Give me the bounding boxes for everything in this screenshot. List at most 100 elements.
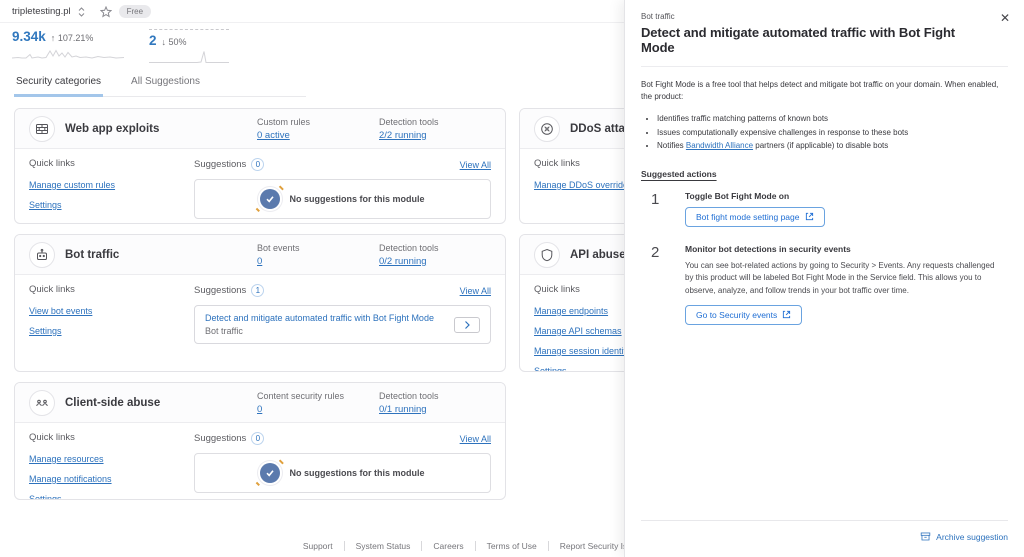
suggestion-item-bot-fight-mode[interactable]: Detect and mitigate automated traffic wi… — [194, 305, 491, 344]
quick-links-heading: Quick links — [29, 158, 75, 169]
detection-tools-link[interactable]: 2/2 running — [379, 130, 491, 141]
view-all-link[interactable]: View All — [460, 160, 491, 170]
metric-delta: ↓ 50% — [161, 37, 187, 47]
content-security-rules-link[interactable]: 0 — [257, 404, 379, 415]
card-header: Bot traffic Bot events 0 Detection tools… — [15, 235, 505, 275]
step-number: 1 — [651, 190, 660, 208]
stat-label: Detection tools — [379, 242, 439, 253]
custom-rules-link[interactable]: 0 active — [257, 130, 379, 141]
card-bot-traffic: Bot traffic Bot events 0 Detection tools… — [14, 234, 506, 372]
stat-label: Detection tools — [379, 116, 439, 127]
metric-total-requests: 9.34k ↑ 107.21% — [12, 29, 149, 64]
panel-category: Bot traffic — [641, 12, 675, 21]
sparkline-chart — [149, 51, 229, 63]
empty-suggestions-text: No suggestions for this module — [289, 194, 425, 204]
card-header: Web app exploits Custom rules 0 active D… — [15, 109, 505, 149]
stat-label: Detection tools — [379, 390, 439, 401]
archive-icon — [920, 532, 931, 541]
check-circle-icon — [260, 463, 281, 483]
open-suggestion-button[interactable] — [454, 316, 480, 333]
firewall-icon — [29, 115, 55, 142]
view-all-link[interactable]: View All — [460, 286, 491, 296]
suggestions-count-badge: 0 — [251, 158, 265, 171]
security-dashboard: tripletesting.pl Free 9.34k ↑ 107.21% 2 … — [0, 0, 1024, 557]
manage-custom-rules-link[interactable]: Manage custom rules — [29, 180, 194, 190]
external-link-icon — [805, 213, 813, 221]
detection-tools-link[interactable]: 0/2 running — [379, 256, 491, 267]
suggestions-heading: Suggestions — [194, 285, 247, 296]
action-step-1: 1 Toggle Bot Fight Mode on Bot fight mod… — [641, 191, 1008, 227]
footer-link-system-status[interactable]: System Status — [343, 541, 422, 551]
manage-resources-link[interactable]: Manage resources — [29, 454, 194, 464]
action-description: You can see bot-related actions by going… — [685, 260, 995, 295]
manage-notifications-link[interactable]: Manage notifications — [29, 474, 194, 484]
chevron-updown-icon[interactable] — [78, 6, 85, 17]
card-web-app-exploits: Web app exploits Custom rules 0 active D… — [14, 108, 506, 224]
settings-link[interactable]: Settings — [29, 494, 194, 499]
settings-link[interactable]: Settings — [29, 200, 194, 210]
divider — [641, 66, 1008, 67]
sparkline-chart — [12, 49, 124, 59]
suggestions-count-badge: 1 — [251, 284, 265, 297]
feature-list: Identifies traffic matching patterns of … — [657, 112, 1008, 153]
tab-all-suggestions[interactable]: All Suggestions — [129, 76, 202, 97]
suggestions-heading: Suggestions — [194, 159, 247, 170]
panel-title: Detect and mitigate automated traffic wi… — [641, 25, 956, 55]
zone-domain-selector[interactable]: tripletesting.pl — [12, 6, 71, 17]
chevron-right-icon — [465, 320, 470, 329]
panel-footer: Archive suggestion — [641, 520, 1008, 547]
footer-link-support[interactable]: Support — [292, 541, 344, 551]
view-all-link[interactable]: View All — [460, 434, 491, 444]
action-step-2: 2 Monitor bot detections in security eve… — [641, 244, 1008, 325]
archive-suggestion-link[interactable]: Archive suggestion — [920, 531, 1008, 542]
feature-item: Identifies traffic matching patterns of … — [657, 112, 1008, 126]
card-title: Web app exploits — [65, 122, 160, 135]
quick-links-heading: Quick links — [29, 284, 75, 295]
panel-intro: Bot Fight Mode is a free tool that helps… — [641, 80, 999, 101]
go-to-security-events-button[interactable]: Go to Security events — [685, 304, 803, 325]
feature-item: Notifies Bandwidth Alliance partners (if… — [657, 139, 1008, 153]
bandwidth-alliance-link[interactable]: Bandwidth Alliance — [686, 141, 753, 150]
close-icon[interactable]: ✕ — [1000, 12, 1010, 24]
plan-badge: Free — [118, 5, 152, 18]
card-header: Client-side abuse Content security rules… — [15, 383, 505, 423]
view-bot-events-link[interactable]: View bot events — [29, 306, 194, 316]
suggestions-heading: Suggestions — [194, 433, 247, 444]
suggestion-category: Bot traffic — [205, 326, 243, 336]
action-heading: Monitor bot detections in security event… — [685, 243, 851, 254]
metric-value: 2 — [149, 33, 157, 48]
suggestion-detail-panel: ✕ Bot traffic Detect and mitigate automa… — [624, 0, 1024, 557]
ddos-icon — [534, 115, 560, 142]
tab-bar: Security categories All Suggestions — [14, 76, 306, 97]
card-title: API abuse — [570, 248, 626, 261]
users-network-icon — [29, 389, 55, 416]
tab-security-categories[interactable]: Security categories — [14, 76, 104, 97]
footer-link-terms[interactable]: Terms of Use — [474, 541, 548, 551]
detection-tools-link[interactable]: 0/1 running — [379, 404, 491, 415]
card-title: Bot traffic — [65, 248, 120, 261]
stat-label: Bot events — [257, 242, 300, 253]
robot-icon — [29, 241, 55, 268]
external-link-icon — [783, 311, 791, 319]
stat-label: Custom rules — [257, 116, 311, 127]
empty-suggestions-box: No suggestions for this module — [194, 453, 491, 493]
card-title: Client-side abuse — [65, 396, 161, 409]
suggestions-count-badge: 0 — [251, 432, 265, 445]
action-heading: Toggle Bot Fight Mode on — [685, 190, 790, 201]
metric-value: 9.34k — [12, 29, 46, 44]
favorite-star-icon[interactable] — [99, 5, 112, 18]
shield-icon — [534, 241, 560, 268]
step-number: 2 — [651, 243, 660, 261]
stat-label: Content security rules — [257, 390, 345, 401]
suggested-actions-heading: Suggested actions — [641, 168, 717, 179]
metric-events: 2 ↓ 50% — [149, 29, 229, 64]
bot-fight-mode-setting-page-button[interactable]: Bot fight mode setting page — [685, 206, 825, 227]
feature-item: Issues computationally expensive challen… — [657, 126, 1008, 140]
card-client-side-abuse: Client-side abuse Content security rules… — [14, 382, 506, 500]
empty-suggestions-text: No suggestions for this module — [289, 468, 425, 478]
settings-link[interactable]: Settings — [29, 326, 194, 336]
empty-suggestions-box: No suggestions for this module — [194, 179, 491, 219]
footer-link-careers[interactable]: Careers — [421, 541, 474, 551]
quick-links-heading: Quick links — [29, 432, 75, 443]
bot-events-link[interactable]: 0 — [257, 256, 379, 267]
